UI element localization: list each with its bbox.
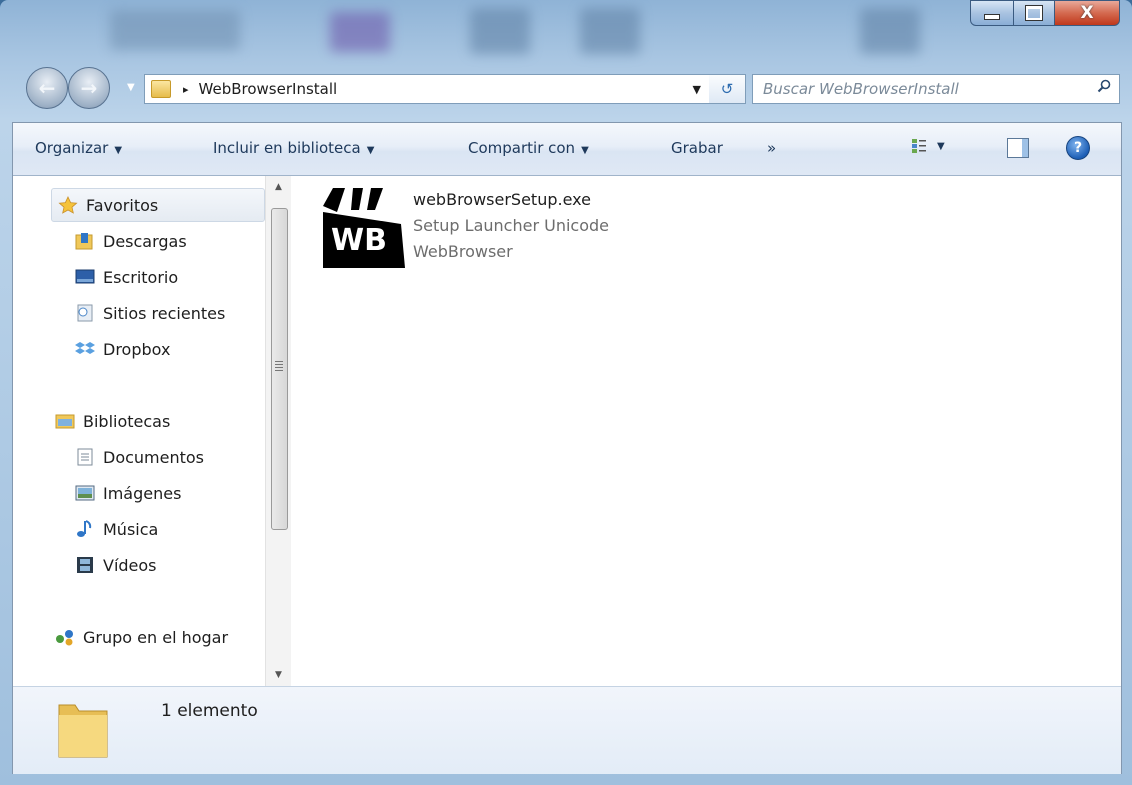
minimize-button[interactable] — [970, 0, 1014, 26]
file-company: WebBrowser — [413, 242, 513, 261]
explorer-frame: Organizar ▼ Incluir en biblioteca ▼ Compar… — [12, 122, 1122, 774]
navigation-bar: ← → ▼ ▸ WebBrowserInstall ▼ ↺ Buscar Web… — [26, 64, 1120, 114]
details-pane: 1 elemento — [13, 686, 1121, 774]
documents-icon — [77, 448, 93, 466]
explorer-window: X ← → ▼ ▸ WebBrowserInstall ▼ ↺ Buscar W… — [0, 0, 1132, 785]
sidebar-item-music[interactable]: Música — [75, 512, 158, 546]
sidebar-item-label: Imágenes — [103, 483, 182, 503]
sidebar-item-homegroup[interactable]: Grupo en el hogar — [55, 620, 228, 654]
folder-icon — [58, 704, 108, 758]
chevron-down-icon: ▼ — [366, 145, 375, 156]
sidebar-item-pictures[interactable]: Imágenes — [75, 476, 181, 510]
aero-blur — [470, 8, 530, 54]
navigation-pane: Favoritos Descargas Escritorio Sitios re… — [13, 176, 293, 686]
sidebar-item-label: Bibliotecas — [83, 411, 171, 431]
dropbox-icon — [75, 342, 95, 354]
burn-button[interactable]: Grabar — [671, 139, 723, 157]
forward-button[interactable]: → — [68, 67, 110, 109]
preview-pane-icon[interactable] — [1007, 138, 1029, 158]
sidebar-item-label: Descargas — [103, 231, 187, 251]
homegroup-icon — [56, 630, 73, 646]
videos-icon — [77, 557, 93, 573]
grip-icon — [275, 361, 283, 371]
sidebar-item-label: Favoritos — [86, 195, 159, 215]
maximize-button[interactable] — [1014, 0, 1055, 26]
sidebar-item-dropbox[interactable]: Dropbox — [75, 332, 170, 366]
search-input[interactable]: Buscar WebBrowserInstall — [763, 80, 959, 98]
include-library-button[interactable]: Incluir en biblioteca ▼ — [213, 139, 374, 157]
close-icon: X — [1080, 3, 1094, 23]
aero-blur — [110, 10, 240, 50]
sidebar-item-label: Documentos — [103, 447, 205, 467]
view-dropdown-icon[interactable]: ▼ — [937, 141, 945, 152]
caption-buttons: X — [970, 0, 1120, 38]
command-bar: Organizar ▼ Incluir en biblioteca ▼ Compar… — [13, 123, 1121, 176]
forward-arrow-icon: → — [80, 76, 98, 100]
breadcrumb-separator-icon[interactable]: ▸ — [183, 83, 189, 96]
share-with-label: Compartir con — [468, 139, 576, 157]
address-bar[interactable]: ▸ WebBrowserInstall ▼ — [144, 74, 710, 104]
maximize-icon — [1025, 5, 1043, 21]
refresh-icon: ↺ — [720, 80, 734, 98]
sidebar-item-label: Escritorio — [103, 267, 179, 287]
sidebar-item-videos[interactable]: Vídeos — [75, 548, 157, 582]
star-icon — [58, 196, 78, 214]
folder-icon — [151, 80, 171, 98]
sidebar-item-documents[interactable]: Documentos — [75, 440, 204, 474]
file-item[interactable]: WB webBrowserSetup.exe Setup Launcher Un… — [323, 186, 643, 270]
help-icon[interactable]: ? — [1066, 136, 1090, 160]
scroll-up-icon[interactable]: ▲ — [266, 178, 291, 196]
address-dropdown-icon[interactable]: ▼ — [693, 83, 701, 96]
music-icon — [77, 520, 92, 537]
sidebar-item-downloads[interactable]: Descargas — [75, 224, 187, 258]
item-count: 1 elemento — [161, 701, 258, 721]
webbrowser-app-icon: WB — [323, 188, 405, 268]
aero-blur — [580, 8, 640, 54]
breadcrumb[interactable]: WebBrowserInstall — [199, 80, 338, 98]
organize-button[interactable]: Organizar ▼ — [35, 139, 122, 157]
share-with-button[interactable]: Compartir con ▼ — [468, 139, 589, 157]
sidebar-item-libraries[interactable]: Bibliotecas — [55, 404, 170, 438]
aero-blur — [860, 8, 920, 54]
file-description: Setup Launcher Unicode — [413, 216, 609, 235]
back-button[interactable]: ← — [26, 67, 68, 109]
file-icon-text: WB — [331, 223, 387, 258]
organize-label: Organizar — [35, 139, 109, 157]
desktop-icon — [75, 269, 95, 284]
sidebar-item-label: Sitios recientes — [103, 303, 226, 323]
recent-pages-dropdown[interactable]: ▼ — [127, 82, 135, 93]
downloads-folder-icon — [75, 233, 93, 250]
scroll-down-icon[interactable]: ▼ — [266, 666, 291, 684]
more-icon: » — [767, 139, 777, 157]
chevron-down-icon: ▼ — [581, 145, 589, 156]
pictures-icon — [75, 485, 95, 501]
file-name[interactable]: webBrowserSetup.exe — [413, 190, 591, 209]
burn-label: Grabar — [671, 139, 723, 157]
sidebar-item-label: Música — [103, 519, 159, 539]
navigation-scrollbar[interactable]: ▲ ▼ — [265, 176, 291, 686]
sidebar-item-recent-places[interactable]: Sitios recientes — [75, 296, 225, 330]
back-arrow-icon: ← — [38, 76, 56, 100]
search-icon[interactable] — [1097, 79, 1111, 93]
sidebar-item-label: Dropbox — [103, 339, 171, 359]
aero-blur — [330, 12, 390, 52]
sidebar-item-desktop[interactable]: Escritorio — [75, 260, 178, 294]
more-commands-button[interactable]: » — [767, 139, 776, 157]
change-view-icon[interactable] — [911, 138, 927, 154]
include-library-label: Incluir en biblioteca — [213, 139, 361, 157]
chevron-down-icon: ▼ — [114, 145, 123, 156]
search-box[interactable]: Buscar WebBrowserInstall — [752, 74, 1120, 104]
sidebar-item-label: Vídeos — [103, 555, 157, 575]
close-button[interactable]: X — [1055, 0, 1120, 26]
recent-places-icon — [77, 304, 93, 322]
libraries-icon — [55, 414, 75, 429]
scrollbar-thumb[interactable] — [271, 208, 288, 530]
sidebar-item-favorites[interactable]: Favoritos — [51, 188, 265, 222]
minimize-icon — [984, 14, 1000, 20]
sidebar-item-label: Grupo en el hogar — [83, 627, 229, 647]
refresh-button[interactable]: ↺ — [709, 74, 746, 104]
